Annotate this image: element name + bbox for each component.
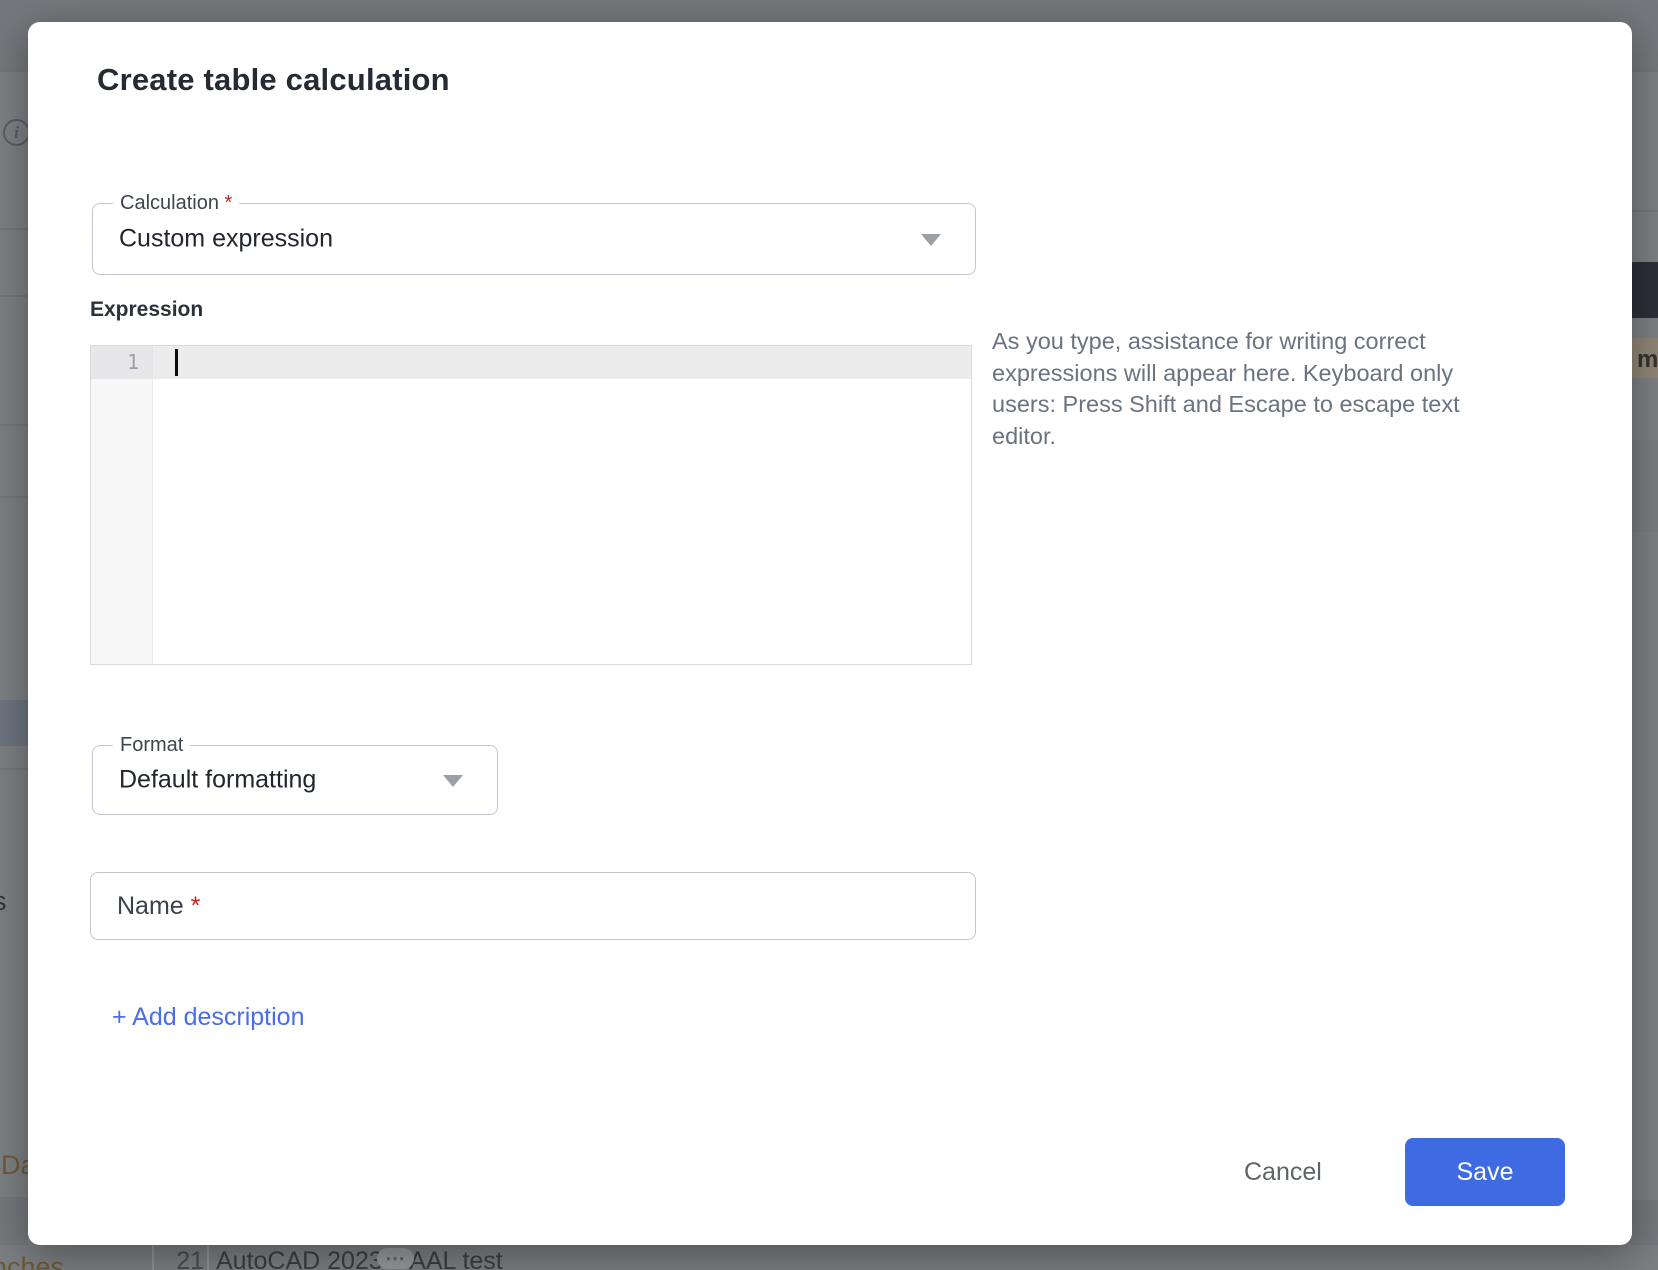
expression-editor[interactable]: 1: [90, 345, 972, 665]
add-description-link[interactable]: + Add description: [112, 1003, 305, 1032]
backdrop-divider: [0, 295, 28, 297]
calculation-label-text: Calculation: [120, 192, 219, 214]
editor-line-number: 1: [91, 350, 139, 374]
table-row-cell: AutoCAD 2023.1 AAL test: [216, 1247, 503, 1270]
table-row-number: 21: [160, 1247, 204, 1270]
expression-label: Expression: [90, 298, 203, 322]
backdrop-divider: [1630, 210, 1658, 212]
backdrop-band: [0, 1197, 28, 1246]
save-button[interactable]: Save: [1405, 1138, 1565, 1206]
backdrop-divider: [0, 424, 28, 426]
clipped-background-text: s: [0, 886, 7, 917]
required-asterisk: *: [191, 892, 201, 920]
more-icon: ⋯: [377, 1248, 414, 1269]
clipped-background-text: nches: [0, 1252, 64, 1270]
calculation-label: Calculation *: [113, 191, 239, 215]
chevron-down-icon: [921, 234, 941, 246]
format-label: Format: [113, 733, 190, 757]
backdrop-column-divider: [207, 1245, 209, 1270]
editor-gutter: [91, 346, 153, 664]
required-asterisk: *: [225, 192, 233, 214]
clipped-background-text: me: [1637, 346, 1658, 374]
name-label-text: Name: [117, 892, 184, 920]
dialog-title: Create table calculation: [97, 62, 450, 98]
backdrop-column-divider: [152, 1245, 154, 1270]
expression-helper-text: As you type, assistance for writing corr…: [992, 326, 1522, 452]
format-selected-value: Default formatting: [119, 766, 316, 795]
backdrop-band: [1630, 440, 1658, 532]
name-input[interactable]: Name *: [90, 872, 976, 940]
info-icon: i: [3, 119, 30, 146]
backdrop-selected-row: [0, 700, 28, 746]
cancel-button[interactable]: Cancel: [1214, 1138, 1352, 1206]
backdrop-divider: [0, 228, 28, 230]
screen: i s Da me 21 AutoCAD 2023.1 AAL test ⋯ n…: [0, 0, 1658, 1270]
backdrop-divider: [0, 496, 28, 498]
backdrop-table-header-band: [1630, 262, 1658, 318]
text-cursor: [175, 349, 178, 376]
format-select[interactable]: Format Default formatting: [92, 745, 498, 815]
format-label-text: Format: [120, 734, 183, 756]
chevron-down-icon: [443, 775, 463, 787]
editor-active-line: [91, 346, 971, 379]
calculation-selected-value: Custom expression: [119, 225, 333, 254]
create-table-calculation-dialog: Create table calculation Calculation * C…: [28, 22, 1632, 1245]
backdrop-divider: [0, 768, 28, 770]
name-input-label: Name *: [117, 892, 200, 921]
backdrop-band: [1630, 1200, 1658, 1246]
calculation-select[interactable]: Calculation * Custom expression: [92, 203, 976, 275]
